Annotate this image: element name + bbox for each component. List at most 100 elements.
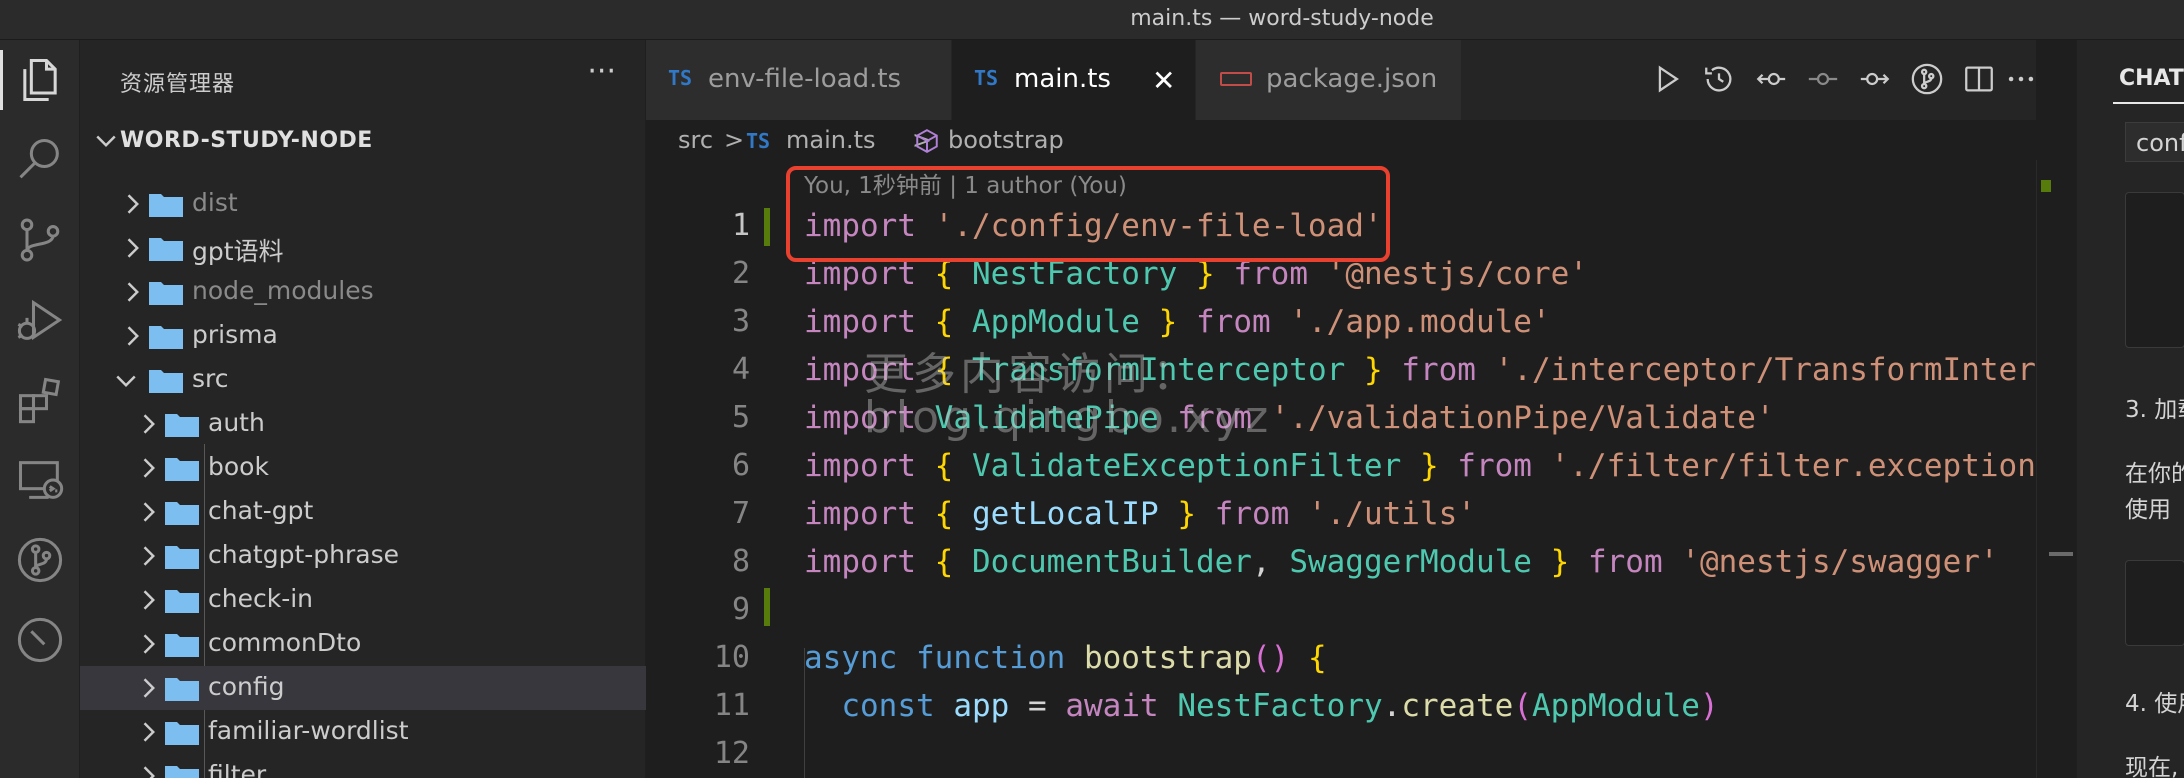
tree-item-chat-gpt[interactable]: chat-gpt [80,490,646,534]
chevron-right-icon [143,678,155,698]
chevron-right-icon [143,502,155,522]
chevron-down-icon [116,375,136,387]
folder-icon [165,458,199,481]
project-section-header[interactable]: WORD-STUDY-NODE [80,120,646,164]
title-bar: main.ts — word-study-node [0,0,2184,40]
history-icon[interactable] [1702,62,1736,96]
activity-search[interactable] [0,120,80,200]
tree-item-label: auth [208,408,265,437]
activity-extensions[interactable] [0,360,80,440]
line-number: 1 [731,208,750,243]
extensions-icon [18,377,61,424]
scrollbar-thumb[interactable] [2049,552,2073,556]
tree-item-dist[interactable]: dist [80,182,646,226]
folder-icon [165,634,199,657]
code-line: 11 const app = await NestFactory.create(… [646,684,2036,732]
tree-item-node-modules[interactable]: node_modules [80,270,646,314]
chat-step-heading: 4. 使用 [2125,691,2184,717]
tree-item-book[interactable]: book [80,446,646,490]
tree-item-chatgpt-phrase[interactable]: chatgpt-phrase [80,534,646,578]
activity-explorer[interactable] [0,40,80,120]
tree-item-check-in[interactable]: check-in [80,578,646,622]
folder-open-icon [149,370,183,393]
tree-item-label: chatgpt-phrase [208,540,399,569]
code-line: 9 [646,588,2036,636]
chat-input[interactable]: conf [2125,122,2184,162]
chevron-right-icon [127,326,139,346]
folder-icon [165,590,199,613]
git-graph-icon [17,537,63,583]
tree-item-label: familiar-wordlist [208,716,409,745]
activity-remote-explorer[interactable] [0,440,80,520]
activity-bar [0,40,80,778]
chevron-right-icon [143,766,155,778]
tree-item-label: src [192,364,229,393]
next-change-icon[interactable] [1858,62,1892,96]
folder-icon [165,414,199,437]
chat-code-block [2125,192,2184,348]
code-line: 8 import { DocumentBuilder, SwaggerModul… [646,540,2036,588]
tree-item-src[interactable]: src [80,358,646,402]
timeline-icon [17,617,63,663]
breadcrumb-src[interactable]: src [678,126,713,154]
line-number: 3 [731,304,750,339]
chevron-right-icon [143,458,155,478]
tree-item-auth[interactable]: auth [80,402,646,446]
activity-run-debug[interactable] [0,280,80,360]
tree-item-filter[interactable]: filter [80,754,646,778]
folder-icon [149,194,183,217]
chat-text: 使用 [2125,497,2171,523]
code-line: 10 async function bootstrap() { [646,636,2036,684]
line-number: 9 [731,592,750,627]
folder-icon [165,502,199,525]
folder-icon [165,546,199,569]
more-actions-icon[interactable] [2004,62,2038,96]
activity-source-control[interactable] [0,200,80,280]
chat-header[interactable]: CHAT [2119,66,2184,91]
code-line: 4 import { TransformInterceptor } from '… [646,348,2036,396]
folder-icon [165,722,199,745]
explorer-sidebar: 资源管理器 ··· WORD-STUDY-NODE dist gpt语料 nod… [80,40,646,778]
more-actions-icon[interactable]: ··· [587,54,616,89]
editor-scrollbar[interactable] [2036,160,2076,778]
chat-code-block [2125,560,2184,646]
line-number: 11 [713,688,750,723]
activity-timeline[interactable] [0,600,80,680]
run-icon[interactable] [1650,62,1684,96]
code-text: import { AppModule } from './app.module' [804,304,1551,340]
tree-item-label: node_modules [192,276,374,305]
code-text: import { ValidateExceptionFilter } from … [804,448,2036,484]
chat-tab-underline [2113,102,2184,104]
tree-item-label: config [208,672,285,701]
tree-item-label: dist [192,188,238,217]
commit-icon[interactable] [1806,62,1840,96]
editor-toolbar [646,40,2036,120]
split-editor-icon[interactable] [1962,62,1996,96]
chevron-right-icon [143,722,155,742]
code-text: import { getLocalIP } from './utils' [804,496,1476,532]
code-line: 3 import { AppModule } from './app.modul… [646,300,2036,348]
tree-item-label: commonDto [208,628,362,657]
git-graph-icon[interactable] [1910,62,1944,96]
tree-item-familiar-wordlist[interactable]: familiar-wordlist [80,710,646,754]
open-changes-icon[interactable] [1754,62,1788,96]
breadcrumb-symbol[interactable]: bootstrap [948,126,1064,154]
tree-item-prisma[interactable]: prisma [80,314,646,358]
indent-guide [804,648,805,778]
remote-explorer-icon [18,461,64,499]
chat-step-heading: 3. 加载 [2125,397,2184,423]
chevron-right-icon [143,414,155,434]
editor-tab-bar: TS env-file-load.ts TS main.ts ✕ package… [646,40,2036,120]
breadcrumb-file[interactable]: main.ts [786,126,876,154]
tree-item-label: prisma [192,320,278,349]
code-line: 5 import ValidatePipe from './validation… [646,396,2036,444]
tree-item-common-dto[interactable]: commonDto [80,622,646,666]
tree-item-gpt-corpus[interactable]: gpt语料 [80,226,646,270]
chevron-right-icon [127,194,139,214]
code-text: async function bootstrap() { [804,640,1327,676]
tree-item-config[interactable]: config [80,666,646,710]
symbol-method-icon [916,129,938,153]
line-number: 10 [713,640,750,675]
activity-git-graph[interactable] [0,520,80,600]
chevron-right-icon [143,590,155,610]
